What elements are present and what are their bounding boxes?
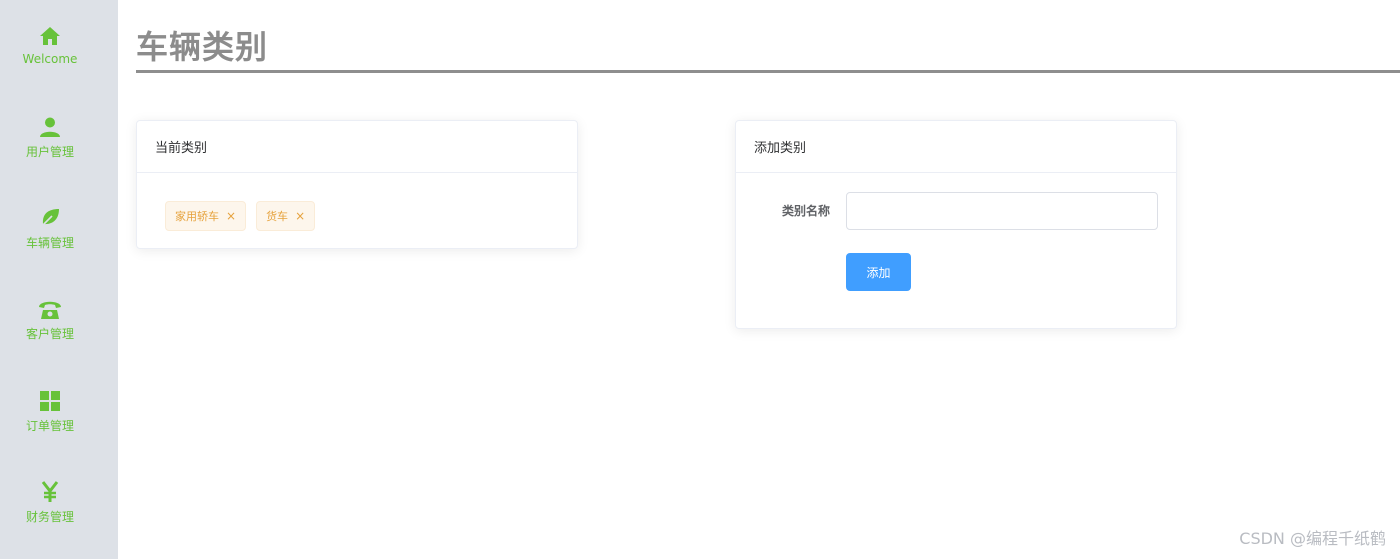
sidebar: Welcome 用户管理 车辆管理 客户管理 订单管理 财务管理: [0, 0, 118, 559]
category-tag: 货车 ×: [256, 201, 316, 231]
home-icon: [38, 24, 62, 48]
close-icon[interactable]: ×: [226, 210, 236, 222]
category-tag-label: 家用轿车: [175, 210, 219, 223]
sidebar-item-users[interactable]: 用户管理: [0, 115, 100, 185]
sidebar-item-label: 用户管理: [25, 145, 74, 159]
sidebar-item-label: 车辆管理: [25, 236, 74, 250]
sidebar-item-customers[interactable]: 客户管理: [0, 297, 100, 367]
add-category-header: 添加类别: [736, 121, 1176, 173]
sidebar-item-finance[interactable]: 财务管理: [0, 480, 100, 550]
main-content: 车辆类别 当前类别 家用轿车 × 货车 × 添加类别 类别名称 添加: [136, 0, 1400, 559]
phone-icon: [38, 297, 62, 321]
sidebar-item-label: 财务管理: [25, 510, 74, 524]
page-title: 车辆类别: [136, 28, 269, 66]
watermark: CSDN @编程千纸鹤: [1239, 529, 1386, 548]
category-tag-list: 家用轿车 × 货车 ×: [137, 173, 577, 231]
close-icon[interactable]: ×: [295, 210, 305, 222]
sidebar-item-welcome[interactable]: Welcome: [0, 24, 100, 94]
sidebar-item-label: 客户管理: [25, 327, 74, 341]
leaf-icon: [38, 206, 62, 230]
category-tag: 家用轿车 ×: [165, 201, 247, 231]
add-button[interactable]: 添加: [846, 253, 911, 291]
grid-icon: [38, 389, 62, 413]
category-name-label: 类别名称: [782, 204, 831, 218]
sidebar-item-label: 订单管理: [25, 419, 74, 433]
user-icon: [38, 115, 62, 139]
current-categories-card: 当前类别 家用轿车 × 货车 ×: [136, 120, 578, 249]
title-divider: [136, 70, 1400, 73]
category-tag-label: 货车: [266, 210, 289, 223]
add-category-card: 添加类别 类别名称 添加: [735, 120, 1177, 329]
sidebar-item-orders[interactable]: 订单管理: [0, 389, 100, 459]
category-name-row: 类别名称: [736, 192, 1176, 230]
sidebar-item-label: Welcome: [22, 52, 78, 66]
sidebar-item-vehicles[interactable]: 车辆管理: [0, 206, 100, 276]
yen-icon: [38, 480, 62, 504]
category-name-input[interactable]: [846, 192, 1158, 230]
current-categories-header: 当前类别: [137, 121, 577, 173]
